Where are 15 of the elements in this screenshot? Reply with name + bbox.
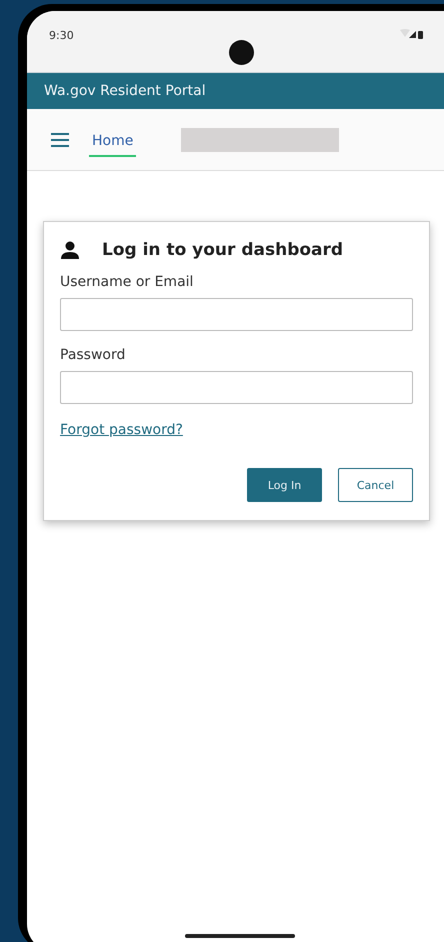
nav-tab[interactable]: Home bbox=[89, 126, 136, 156]
header-title: Wa.gov Resident Portal bbox=[44, 83, 206, 99]
field-label: Password bbox=[60, 347, 126, 363]
card-title: Log in to your dashboard bbox=[102, 240, 344, 260]
status-icons bbox=[400, 29, 424, 39]
login-button[interactable]: Log In bbox=[247, 468, 322, 502]
input-field[interactable] bbox=[60, 298, 413, 331]
cancel-button[interactable]: Cancel bbox=[338, 468, 413, 502]
field-label: Username or Email bbox=[60, 274, 194, 290]
forgot-password-link[interactable]: Forgot password? bbox=[60, 422, 183, 438]
person-icon bbox=[60, 241, 80, 259]
camera-hole bbox=[229, 40, 254, 65]
input-field[interactable] bbox=[60, 371, 413, 404]
status-time: 9:30 bbox=[49, 29, 74, 42]
menu-icon[interactable] bbox=[51, 132, 69, 146]
